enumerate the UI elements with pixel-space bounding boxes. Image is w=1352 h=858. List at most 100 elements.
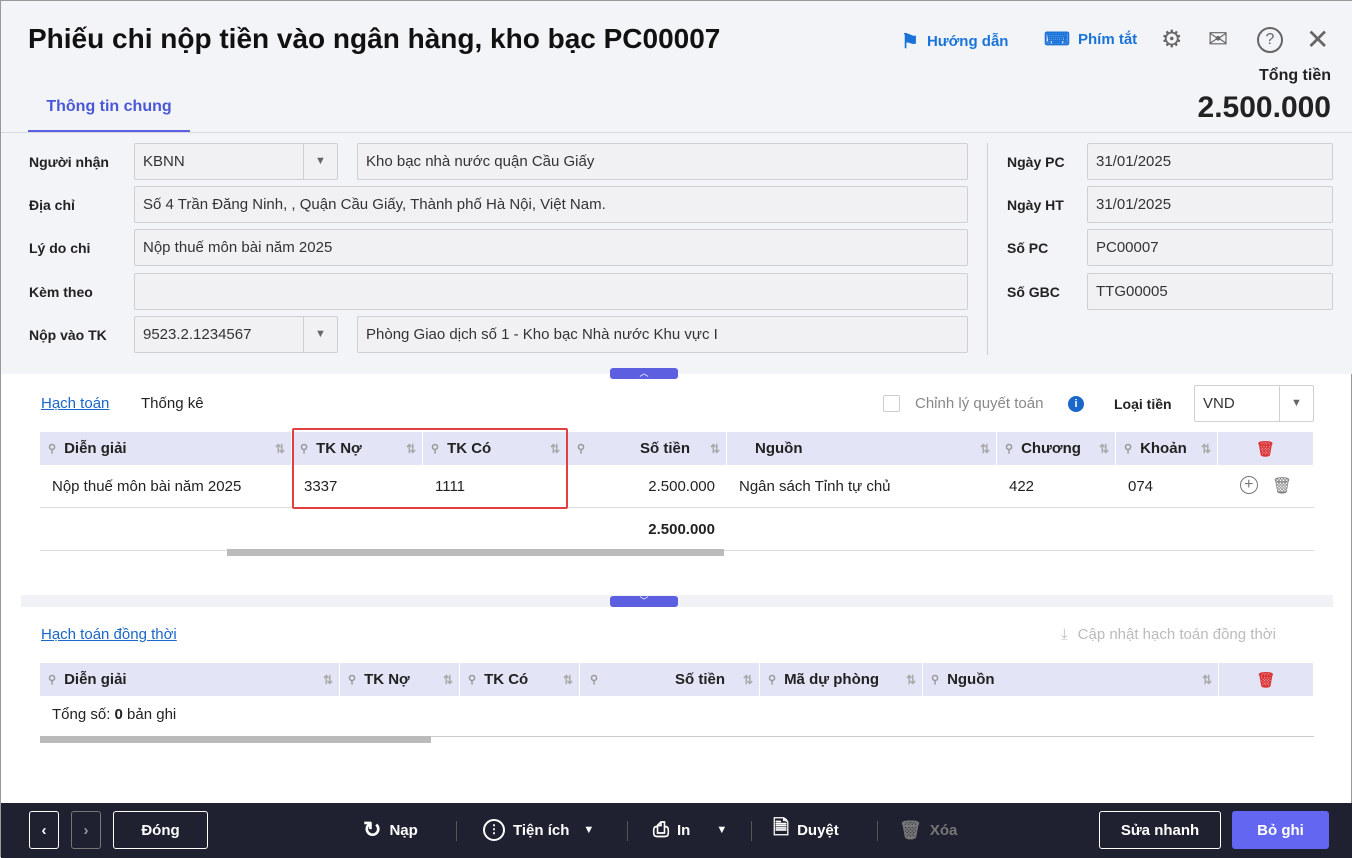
sort-icon[interactable]: ⇅ bbox=[563, 673, 573, 687]
guide-link[interactable]: ⚑ Hướng dẫn bbox=[901, 29, 1008, 54]
attachment-input[interactable] bbox=[134, 273, 968, 310]
delete-all-icon[interactable]: 🗑 bbox=[1218, 432, 1314, 465]
pin-icon: ⚲ bbox=[931, 674, 940, 686]
shortcuts-link[interactable]: ⌨ Phím tắt bbox=[1044, 29, 1137, 50]
cell-amount[interactable]: 2.500.000 bbox=[567, 478, 727, 495]
signpost-icon: ⚑ bbox=[901, 31, 919, 53]
download-icon: ⤓ bbox=[1061, 626, 1068, 643]
print-button[interactable]: ⎙ In ▼ bbox=[653, 811, 727, 849]
sort-icon[interactable]: ⇅ bbox=[1202, 673, 1212, 687]
concurrent-accounting-title[interactable]: Hạch toán đồng thời bbox=[41, 626, 177, 643]
horizontal-scrollbar[interactable] bbox=[227, 549, 724, 556]
separator bbox=[877, 821, 878, 841]
settlement-label: Chỉnh lý quyết toán bbox=[915, 395, 1044, 412]
chevron-down-icon[interactable]: ▼ bbox=[303, 144, 337, 179]
settlement-checkbox[interactable] bbox=[883, 395, 900, 412]
sort-icon[interactable]: ⇅ bbox=[443, 673, 453, 687]
collapse-up-button[interactable]: ︿ bbox=[610, 368, 678, 379]
col-description[interactable]: ⚲ Diễn giải ⇅ bbox=[40, 432, 292, 465]
info-icon[interactable]: i bbox=[1068, 396, 1084, 412]
accounting-table: ⚲ Diễn giải ⇅ ⚲ TK Nợ ⇅ ⚲ TK Có ⇅ ⚲ Số tiền ⇅ Ng… bbox=[40, 432, 1314, 551]
chevron-down-icon[interactable]: ▼ bbox=[1279, 386, 1313, 421]
credit-note-input[interactable]: TTG00005 bbox=[1087, 273, 1333, 310]
posting-date-input[interactable]: 31/01/2025 bbox=[1087, 186, 1333, 223]
divider bbox=[1, 132, 1352, 133]
reason-label: Lý do chi bbox=[29, 240, 91, 256]
gear-icon[interactable]: ⚙ bbox=[1161, 25, 1183, 54]
col-amount[interactable]: ⚲ Số tiền ⇅ bbox=[567, 432, 727, 465]
col-source[interactable]: Nguồn ⇅ bbox=[727, 432, 997, 465]
horizontal-scrollbar[interactable] bbox=[40, 736, 431, 743]
recipient-select[interactable]: KBNN ▼ bbox=[134, 143, 338, 180]
address-input[interactable]: Số 4 Trần Đăng Ninh, , Quận Cầu Giấy, Th… bbox=[134, 186, 968, 223]
table-row[interactable]: Nộp thuế môn bài năm 2025 3337 1111 2.50… bbox=[40, 465, 1314, 508]
next-button[interactable]: › bbox=[71, 811, 101, 849]
tab-accounting[interactable]: Hạch toán bbox=[41, 395, 109, 412]
chevron-down-icon[interactable]: ▼ bbox=[303, 317, 337, 352]
prev-button[interactable]: ‹ bbox=[29, 811, 59, 849]
total-label: Tổng tiền bbox=[1259, 67, 1331, 84]
address-label: Địa chỉ bbox=[29, 197, 75, 213]
tab-statistics[interactable]: Thống kê bbox=[141, 395, 204, 412]
separator bbox=[627, 821, 628, 841]
voucher-no-label: Số PC bbox=[1007, 240, 1049, 256]
bank-name-input[interactable]: Phòng Giao dịch số 1 - Kho bạc Nhà nước … bbox=[357, 316, 968, 353]
currency-select[interactable]: VND ▼ bbox=[1194, 385, 1314, 422]
mail-send-icon[interactable]: ✉ bbox=[1208, 25, 1228, 54]
tab-general-info[interactable]: Thông tin chung bbox=[28, 89, 190, 133]
reload-button[interactable]: ↻ Nạp bbox=[363, 811, 418, 849]
posting-date-label: Ngày HT bbox=[1007, 197, 1064, 213]
utilities-button[interactable]: ⋮ Tiện ích ▼ bbox=[483, 811, 594, 849]
more-icon: ⋮ bbox=[483, 819, 505, 841]
col-credit-account[interactable]: ⚲ TK Có ⇅ bbox=[460, 663, 580, 696]
document-icon: 🗎 bbox=[773, 817, 790, 839]
keyboard-icon: ⌨ bbox=[1044, 29, 1070, 49]
unpost-button[interactable]: Bỏ ghi bbox=[1232, 811, 1329, 849]
concurrent-table: ⚲ Diễn giải ⇅ ⚲ TK Nợ ⇅ ⚲ TK Có ⇅ ⚲ Số tiền ⇅ ⚲ M… bbox=[40, 663, 1314, 733]
update-concurrent-button[interactable]: ⤓ Cập nhật hạch toán đồng thời bbox=[1061, 626, 1276, 643]
sort-icon[interactable]: ⇅ bbox=[323, 673, 333, 687]
delete-button[interactable]: 🗑 Xóa bbox=[899, 811, 957, 849]
caret-down-icon: ▼ bbox=[583, 824, 595, 836]
approve-button[interactable]: 🗎 Duyệt bbox=[773, 811, 839, 849]
delete-all-icon[interactable]: 🗑 bbox=[1219, 663, 1314, 696]
sort-icon[interactable]: ⇅ bbox=[710, 442, 720, 456]
voucher-date-input[interactable]: 31/01/2025 bbox=[1087, 143, 1333, 180]
sort-icon[interactable]: ⇅ bbox=[275, 442, 285, 456]
cell-source[interactable]: Ngân sách Tỉnh tự chủ bbox=[727, 478, 997, 495]
attachment-label: Kèm theo bbox=[29, 284, 93, 300]
sort-icon[interactable]: ⇅ bbox=[743, 673, 753, 687]
cell-chapter[interactable]: 422 bbox=[997, 478, 1116, 495]
col-description[interactable]: ⚲ Diễn giải ⇅ bbox=[40, 663, 340, 696]
close-button[interactable]: Đóng bbox=[113, 811, 208, 849]
col-chapter[interactable]: ⚲ Chương ⇅ bbox=[997, 432, 1116, 465]
cell-item[interactable]: 074 bbox=[1116, 478, 1218, 495]
sort-icon[interactable]: ⇅ bbox=[1201, 442, 1211, 456]
col-source[interactable]: ⚲ Nguồn ⇅ bbox=[923, 663, 1219, 696]
col-item[interactable]: ⚲ Khoản ⇅ bbox=[1116, 432, 1218, 465]
recipient-name-input[interactable]: Kho bạc nhà nước quận Cầu Giấy bbox=[357, 143, 968, 180]
total-row: 2.500.000 bbox=[40, 508, 1314, 551]
trash-icon: 🗑 bbox=[899, 819, 922, 840]
add-row-icon[interactable]: + bbox=[1239, 476, 1258, 494]
pin-icon: ⚲ bbox=[1124, 443, 1133, 455]
collapse-down-button[interactable]: ﹀ bbox=[610, 596, 678, 607]
highlight-box bbox=[292, 428, 568, 509]
total-value: 2.500.000 bbox=[1197, 91, 1331, 124]
voucher-no-input[interactable]: PC00007 bbox=[1087, 229, 1333, 266]
col-reserve-code[interactable]: ⚲ Mã dự phòng ⇅ bbox=[760, 663, 923, 696]
cell-description[interactable]: Nộp thuế môn bài năm 2025 bbox=[40, 478, 292, 495]
sort-icon[interactable]: ⇅ bbox=[906, 673, 916, 687]
col-debit-account[interactable]: ⚲ TK Nợ ⇅ bbox=[340, 663, 460, 696]
close-icon[interactable]: ✕ bbox=[1306, 23, 1329, 56]
deposit-account-select[interactable]: 9523.2.1234567 ▼ bbox=[134, 316, 338, 353]
refresh-icon: ↻ bbox=[363, 817, 382, 842]
delete-row-icon[interactable]: 🗑 bbox=[1272, 476, 1292, 496]
help-icon[interactable]: ? bbox=[1257, 27, 1283, 53]
sort-icon[interactable]: ⇅ bbox=[1099, 442, 1109, 456]
col-amount[interactable]: ⚲ Số tiền ⇅ bbox=[580, 663, 760, 696]
reason-input[interactable]: Nộp thuế môn bài năm 2025 bbox=[134, 229, 968, 266]
quick-edit-button[interactable]: Sửa nhanh bbox=[1099, 811, 1221, 849]
pin-icon: ⚲ bbox=[48, 674, 57, 686]
sort-icon[interactable]: ⇅ bbox=[980, 442, 990, 456]
